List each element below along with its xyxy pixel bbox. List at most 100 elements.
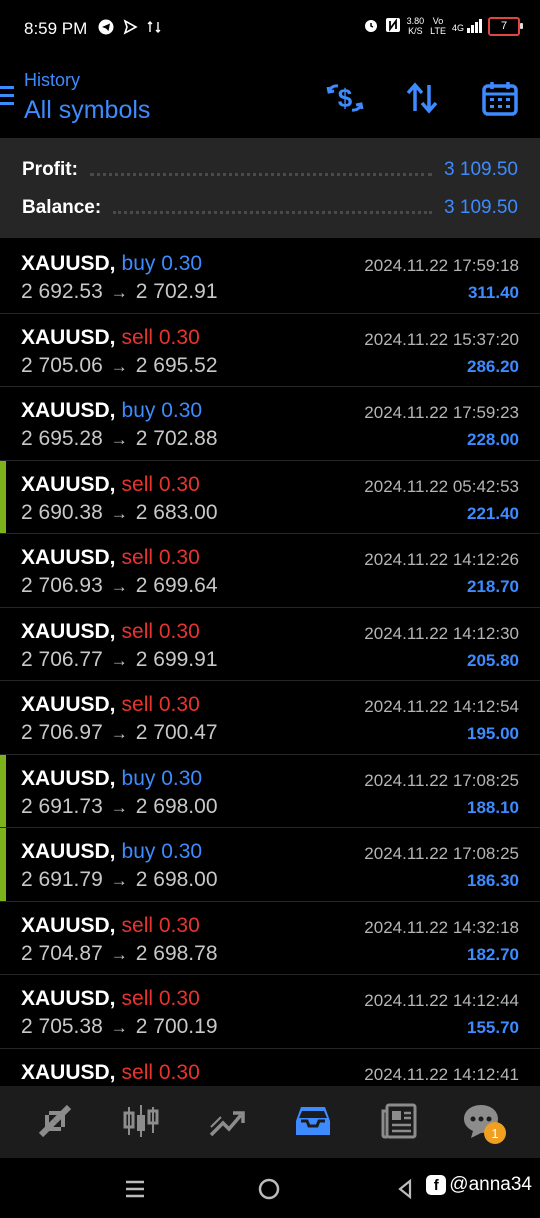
trade-symbol-line: XAUUSD, sell 0.30 — [21, 987, 200, 1011]
trade-profit: 311.40 — [467, 283, 519, 302]
trade-row[interactable]: XAUUSD, buy 0.30 2 691.79 → 2 698.00 2024.11.… — [0, 828, 540, 902]
trade-side: sell 0.30 — [122, 546, 200, 569]
svg-text:$: $ — [338, 83, 353, 113]
dollar-exchange-icon[interactable]: $ — [325, 78, 365, 118]
trade-direction: buy — [121, 766, 156, 790]
chart-icon[interactable] — [118, 1100, 164, 1142]
watermark: f @anna34 — [426, 1174, 532, 1196]
trade-prices: 2 695.28 → 2 702.88 — [21, 427, 218, 451]
trade-history-list[interactable]: XAUUSD, buy 0.30 2 692.53 → 2 702.91 2024.11.… — [0, 240, 540, 1086]
messages-badge: 1 — [484, 1122, 506, 1144]
play-send-icon — [122, 19, 138, 35]
trade-row[interactable]: XAUUSD, buy 0.30 2 695.28 → 2 702.88 2024.11.… — [0, 387, 540, 461]
trade-symbol: XAUUSD, — [21, 619, 116, 643]
trade-accent-bar — [0, 754, 6, 827]
trade-volume: 0.30 — [158, 913, 200, 937]
profit-row: Profit: 3 109.50 — [22, 155, 518, 185]
history-icon[interactable] — [290, 1100, 336, 1142]
home-icon[interactable] — [254, 1174, 284, 1204]
close-price: 2 702.88 — [135, 427, 218, 450]
trade-direction: sell — [121, 325, 154, 349]
arrow-right-icon: → — [110, 503, 128, 523]
menu-icon[interactable] — [0, 86, 14, 110]
balance-row: Balance: 3 109.50 — [22, 193, 518, 223]
nfc-icon — [385, 17, 401, 36]
net-speed: 3.80 K/S — [407, 16, 425, 36]
trade-direction: buy — [121, 252, 156, 275]
trade-symbol-line: XAUUSD, sell 0.30 — [21, 914, 200, 938]
trade-date: 2024.11.22 17:08:25 — [364, 770, 519, 790]
trade-date: 2024.11.22 05:42:53 — [364, 476, 519, 496]
page-title: History — [24, 70, 81, 90]
open-price: 2 706.93 — [21, 574, 103, 597]
trade-row[interactable]: XAUUSD, sell 0.30 2 705.06 → 2 695.52 2024.11… — [0, 314, 540, 387]
trade-date: 2024.11.22 17:59:18 — [364, 256, 519, 275]
trade-row[interactable]: XAUUSD, sell 0.30 2 706.97 → 2 700.47 2024.11… — [0, 681, 540, 755]
trade-volume: 0.30 — [158, 1060, 200, 1084]
trade-side: sell 0.30 — [122, 473, 200, 496]
close-price: 2 683.00 — [135, 500, 218, 524]
trade-volume: 0.30 — [158, 325, 200, 349]
trade-icon[interactable] — [204, 1100, 250, 1142]
battery-icon: 7 — [488, 16, 523, 36]
trade-row[interactable]: XAUUSD, buy 0.30 2 692.53 → 2 702.91 2024.11.… — [0, 240, 540, 314]
data-sync-icon — [146, 19, 162, 35]
arrow-right-icon: → — [110, 724, 128, 743]
balance-label: Balance: — [22, 197, 102, 218]
trade-row[interactable]: XAUUSD, sell 0.30 2024.11.22 14:12:41 — [0, 1049, 540, 1087]
trade-volume: 0.30 — [158, 693, 200, 716]
trade-side: sell 0.30 — [122, 1061, 200, 1084]
trade-side: buy 0.30 — [122, 767, 203, 790]
trade-date: 2024.11.22 17:08:25 — [364, 844, 519, 863]
trade-symbol: XAUUSD, — [21, 472, 116, 496]
trade-volume: 0.30 — [161, 399, 203, 422]
trade-symbol-line: XAUUSD, sell 0.30 — [21, 326, 200, 350]
close-price: 2 700.47 — [135, 721, 218, 744]
open-price: 2 692.53 — [21, 280, 103, 303]
trade-row[interactable]: XAUUSD, buy 0.30 2 691.73 → 2 698.00 2024.11.… — [0, 754, 540, 828]
volte-bottom: LTE — [430, 26, 446, 36]
trade-profit: 155.70 — [467, 1018, 519, 1037]
calendar-icon[interactable] — [480, 78, 520, 118]
back-icon[interactable] — [390, 1174, 420, 1204]
trade-direction: sell — [121, 1060, 154, 1084]
trade-prices: 2 706.77 → 2 699.91 — [21, 648, 218, 672]
trade-direction: sell — [121, 693, 154, 716]
trade-side: sell 0.30 — [122, 914, 200, 937]
trade-row[interactable]: XAUUSD, sell 0.30 2 690.38 → 2 683.00 2024.11… — [0, 460, 540, 534]
trade-side: buy 0.30 — [122, 840, 203, 863]
trade-row[interactable]: XAUUSD, sell 0.30 2 704.87 → 2 698.78 2024.11… — [0, 902, 540, 975]
summary-panel: Profit: 3 109.50 Balance: 3 109.50 — [0, 138, 540, 238]
trade-volume: 0.30 — [161, 840, 203, 863]
trade-direction: sell — [121, 619, 154, 643]
arrow-right-icon: → — [110, 650, 128, 670]
recent-apps-icon[interactable] — [120, 1174, 150, 1204]
trade-row[interactable]: XAUUSD, sell 0.30 2 705.38 → 2 700.19 2024.11… — [0, 975, 540, 1049]
status-time: 8:59 PM — [24, 19, 88, 38]
trade-direction: sell — [121, 987, 154, 1010]
trade-profit: 188.10 — [467, 797, 519, 817]
trade-prices: 2 705.38 → 2 700.19 — [21, 1015, 218, 1039]
trade-row[interactable]: XAUUSD, sell 0.30 2 706.93 → 2 699.64 2024.11… — [0, 534, 540, 608]
battery-level: 7 — [500, 20, 508, 32]
sort-icon[interactable] — [402, 78, 442, 118]
messages-icon[interactable]: 1 — [458, 1100, 506, 1144]
trade-accent-bar — [0, 460, 6, 533]
trade-date: 2024.11.22 17:59:23 — [364, 403, 519, 422]
trade-direction: buy — [121, 840, 156, 863]
symbol-filter[interactable]: All symbols — [24, 96, 150, 125]
trade-row[interactable]: XAUUSD, sell 0.30 2 706.77 → 2 699.91 2024.11… — [0, 608, 540, 681]
dotted-leader — [113, 210, 433, 214]
arrow-right-icon: → — [110, 944, 128, 964]
news-icon[interactable] — [376, 1100, 422, 1142]
trade-direction: sell — [121, 472, 154, 496]
quotes-icon[interactable] — [32, 1100, 78, 1142]
trade-direction: sell — [121, 546, 154, 569]
trade-date: 2024.11.22 14:12:30 — [364, 623, 519, 643]
trade-symbol-line: XAUUSD, buy 0.30 — [21, 252, 202, 276]
profit-value: 3 109.50 — [444, 159, 518, 180]
trade-profit: 186.30 — [467, 871, 519, 890]
trade-date: 2024.11.22 15:37:20 — [364, 329, 519, 349]
trade-prices: 2 706.93 → 2 699.64 — [21, 574, 218, 598]
open-price: 2 705.38 — [21, 1015, 103, 1038]
